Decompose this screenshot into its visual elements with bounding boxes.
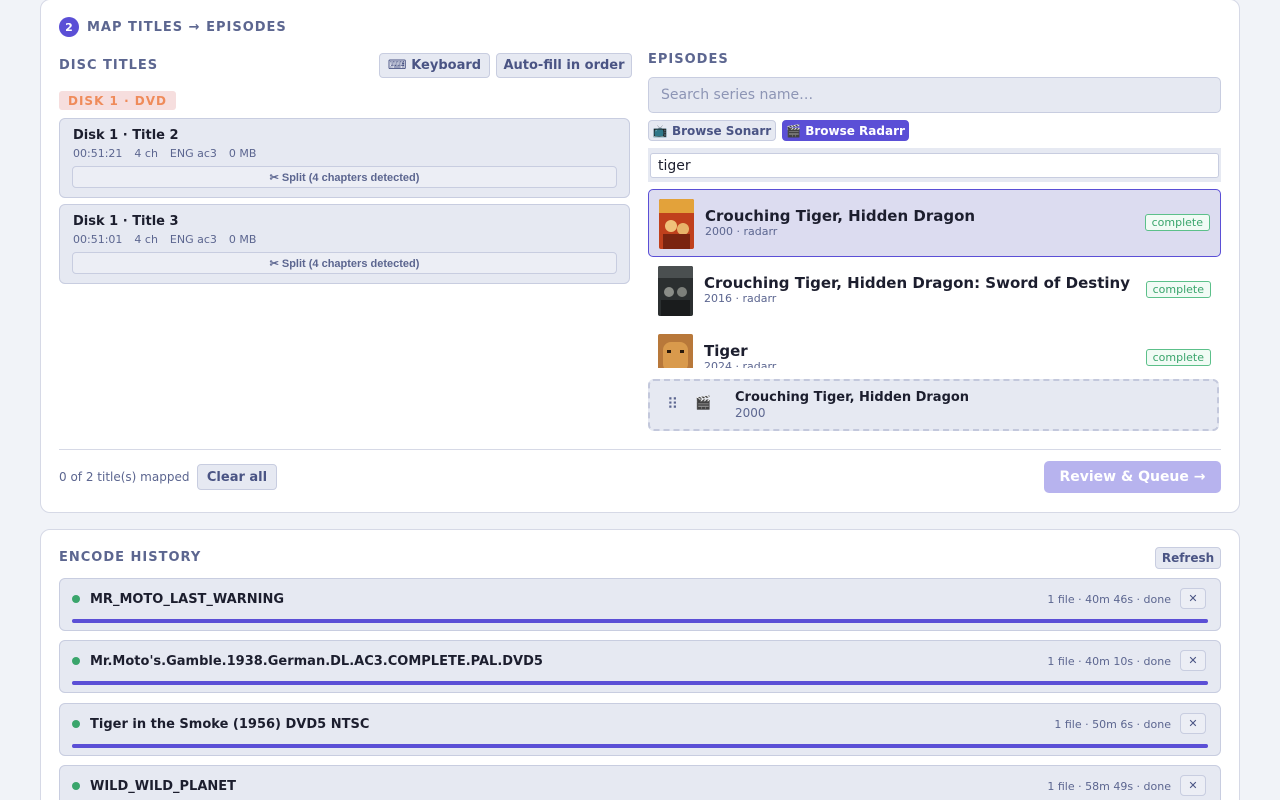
- mapped-count: 0 of 2 title(s) mapped: [59, 470, 190, 484]
- history-job-name: WILD_WILD_PLANET: [90, 779, 237, 794]
- history-title: ENCODE HISTORY: [59, 550, 202, 565]
- results-filter-bar: [648, 148, 1221, 182]
- title-duration: 00:51:01: [73, 233, 123, 246]
- progress-bar: [72, 619, 1208, 623]
- progress-fill: [72, 744, 1208, 748]
- progress-fill: [72, 681, 1208, 685]
- movie-poster: [659, 199, 694, 249]
- split-button[interactable]: ✂ Split (4 chapters detected): [72, 252, 617, 274]
- disk-badge: DISK 1 · DVD: [59, 91, 177, 110]
- history-job-meta: 1 file · 40m 10s · done: [1047, 655, 1171, 668]
- title-size: 0 MB: [228, 233, 257, 246]
- disc-title-meta: 00:51:21 4 ch ENG ac3 0 MB: [73, 147, 256, 160]
- history-job-name: Tiger in the Smoke (1956) DVD5 NTSC: [90, 717, 370, 732]
- section-header: 2 MAP TITLES → EPISODES: [59, 17, 287, 37]
- clapperboard-icon: 🎬: [695, 396, 712, 411]
- disc-title-meta: 00:51:01 4 ch ENG ac3 0 MB: [73, 233, 256, 246]
- title-size: 0 MB: [228, 147, 257, 160]
- history-job-name: Mr.Moto's.Gamble.1938.German.DL.AC3.COMP…: [90, 654, 543, 669]
- result-title: Tiger: [704, 342, 748, 360]
- result-subtitle: 2024 · radarr: [704, 360, 777, 368]
- results-filter-input[interactable]: [650, 153, 1219, 178]
- disc-title-card[interactable]: Disk 1 · Title 3 00:51:01 4 ch ENG ac3 0…: [59, 204, 630, 284]
- browse-sonarr-button[interactable]: 📺 Browse Sonarr: [648, 120, 776, 141]
- clear-all-button[interactable]: Clear all: [197, 464, 277, 490]
- episodes-heading: EPISODES: [648, 52, 729, 67]
- history-job-name: MR_MOTO_LAST_WARNING: [90, 592, 285, 607]
- history-job-meta: 1 file · 50m 6s · done: [1054, 718, 1171, 731]
- close-icon[interactable]: ✕: [1180, 650, 1206, 671]
- refresh-button[interactable]: Refresh: [1155, 547, 1221, 569]
- episode-drop-card[interactable]: ⠿ 🎬 Crouching Tiger, Hidden Dragon 2000: [648, 379, 1219, 431]
- status-badge: complete: [1144, 214, 1210, 231]
- result-item[interactable]: Crouching Tiger, Hidden Dragon: Sword of…: [648, 257, 1221, 325]
- disc-titles-heading: DISC TITLES: [59, 58, 159, 73]
- title-channels: 4 ch: [134, 233, 158, 246]
- progress-bar: [72, 681, 1208, 685]
- history-row: MR_MOTO_LAST_WARNING 1 file · 40m 46s · …: [59, 578, 1221, 631]
- movie-poster: [658, 266, 693, 316]
- status-dot: [72, 782, 80, 790]
- history-row: Mr.Moto's.Gamble.1938.German.DL.AC3.COMP…: [59, 640, 1221, 693]
- title-audio: ENG ac3: [169, 147, 217, 160]
- step-number-badge: 2: [59, 17, 79, 37]
- status-badge: complete: [1145, 349, 1211, 366]
- drop-card-year: 2000: [735, 406, 766, 420]
- status-dot: [72, 595, 80, 603]
- history-job-meta: 1 file · 58m 49s · done: [1047, 780, 1171, 793]
- movie-poster: [658, 334, 693, 368]
- close-icon[interactable]: ✕: [1180, 713, 1206, 734]
- drop-card-title: Crouching Tiger, Hidden Dragon: [735, 390, 970, 405]
- encode-history-panel: ENCODE HISTORY Refresh MR_MOTO_LAST_WARN…: [40, 529, 1240, 800]
- status-dot: [72, 657, 80, 665]
- review-queue-button[interactable]: Review & Queue →: [1044, 461, 1221, 493]
- divider: [59, 449, 1221, 450]
- search-results: Crouching Tiger, Hidden Dragon 2000 · ra…: [648, 148, 1221, 368]
- close-icon[interactable]: ✕: [1180, 775, 1206, 796]
- history-row: Tiger in the Smoke (1956) DVD5 NTSC 1 fi…: [59, 703, 1221, 756]
- section-title: MAP TITLES → EPISODES: [87, 19, 287, 35]
- history-row: WILD_WILD_PLANET 1 file · 58m 49s · done…: [59, 765, 1221, 800]
- result-item[interactable]: Crouching Tiger, Hidden Dragon 2000 · ra…: [648, 189, 1221, 257]
- close-icon[interactable]: ✕: [1180, 588, 1206, 609]
- result-title: Crouching Tiger, Hidden Dragon: Sword of…: [704, 274, 1130, 292]
- disc-title-name: Disk 1 · Title 2: [73, 128, 179, 143]
- split-button[interactable]: ✂ Split (4 chapters detected): [72, 166, 617, 188]
- title-channels: 4 ch: [134, 147, 158, 160]
- result-subtitle: 2000 · radarr: [705, 225, 778, 238]
- result-subtitle: 2016 · radarr: [704, 292, 777, 305]
- keyboard-button[interactable]: ⌨ Keyboard: [379, 53, 490, 78]
- status-badge: complete: [1145, 281, 1211, 298]
- title-duration: 00:51:21: [73, 147, 123, 160]
- result-title: Crouching Tiger, Hidden Dragon: [705, 207, 976, 225]
- history-job-meta: 1 file · 40m 46s · done: [1047, 593, 1171, 606]
- browse-radarr-button[interactable]: 🎬 Browse Radarr: [782, 120, 909, 141]
- progress-bar: [72, 744, 1208, 748]
- disc-title-name: Disk 1 · Title 3: [73, 214, 179, 229]
- result-item[interactable]: Tiger 2024 · radarr complete: [648, 325, 1221, 368]
- series-search-input[interactable]: [648, 77, 1221, 113]
- progress-fill: [72, 619, 1208, 623]
- autofill-button[interactable]: Auto-fill in order: [496, 53, 632, 78]
- status-dot: [72, 720, 80, 728]
- title-audio: ENG ac3: [169, 233, 217, 246]
- map-titles-panel: 2 MAP TITLES → EPISODES DISC TITLES ⌨ Ke…: [40, 0, 1240, 513]
- disc-title-card[interactable]: Disk 1 · Title 2 00:51:21 4 ch ENG ac3 0…: [59, 118, 630, 198]
- drag-handle-icon[interactable]: ⠿: [667, 395, 678, 413]
